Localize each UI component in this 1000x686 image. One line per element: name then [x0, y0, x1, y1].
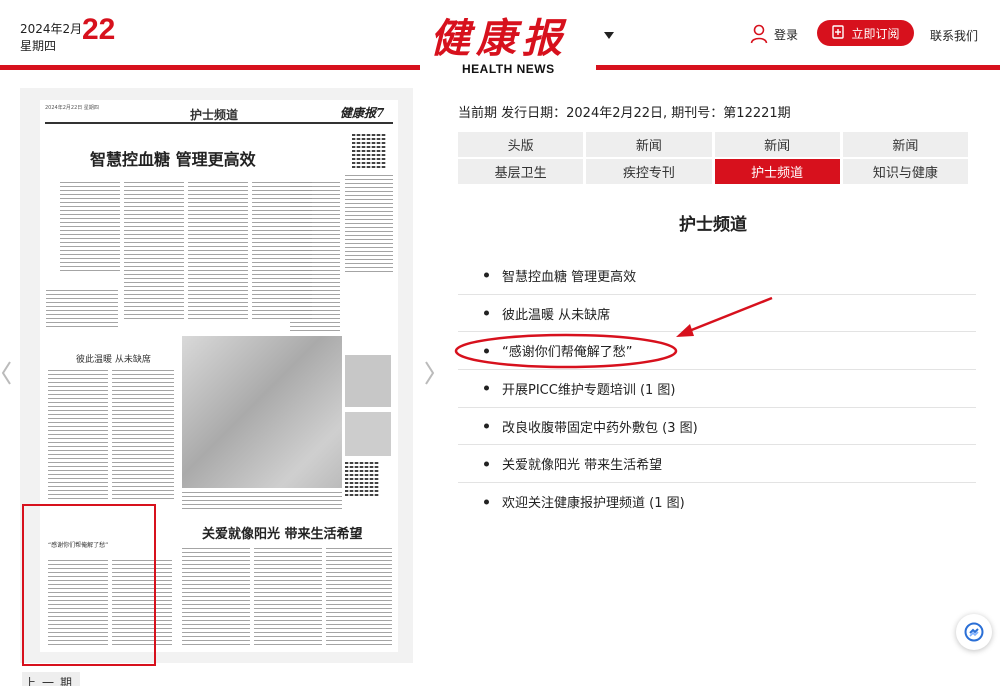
qr-code-icon	[352, 134, 386, 168]
paper-text-block	[46, 290, 118, 330]
paper-text-block	[60, 182, 120, 272]
paper-channel-name: 护士频道	[190, 108, 239, 122]
paper-top-rule	[45, 122, 393, 124]
highlighted-article-box[interactable]	[22, 504, 156, 666]
article-item[interactable]: 智慧控血糖 管理更高效	[458, 257, 976, 295]
login-label: 登录	[774, 27, 799, 42]
paper-photo[interactable]	[345, 355, 391, 407]
article-title: “感谢你们帮俺解了愁”	[502, 345, 633, 361]
paper-text-block	[182, 548, 250, 648]
login-link[interactable]: 登录	[750, 23, 798, 45]
bullet-icon	[484, 348, 489, 354]
header-red-bar-left	[0, 65, 420, 70]
paper-headline-3[interactable]: 关爱就像阳光 带来生活希望	[202, 523, 363, 542]
paper-text-block	[345, 175, 393, 275]
paper-text-block	[48, 370, 108, 500]
section-tabs: 头版 新闻 新闻 新闻 基层卫生 疾控专刊 护士频道 知识与健康	[458, 132, 968, 184]
paper-text-block	[254, 548, 322, 648]
floating-assistant-button[interactable]	[956, 614, 992, 650]
bullet-icon	[484, 385, 489, 391]
paper-photo[interactable]	[182, 336, 342, 488]
article-item[interactable]: 关爱就像阳光 带来生活希望	[458, 445, 976, 484]
subscribe-label: 立即订阅	[851, 26, 900, 41]
paper-headline-2[interactable]: 彼此温暖 从未缺席	[76, 352, 151, 365]
article-item[interactable]: 改良收腹带固定中药外敷包 (3 图)	[458, 408, 976, 446]
tab-disease-control[interactable]: 疾控专刊	[586, 159, 712, 184]
date-weekday: 星期四	[20, 39, 57, 53]
paper-text-block	[124, 182, 184, 322]
contact-link[interactable]: 联系我们	[930, 27, 978, 44]
article-title: 改良收腹带固定中药外敷包 (3 图)	[502, 420, 698, 436]
caret-down-icon[interactable]	[604, 32, 614, 39]
section-title: 护士频道	[679, 215, 747, 235]
tab-primary-care[interactable]: 基层卫生	[458, 159, 584, 184]
paper-text-block	[326, 548, 392, 648]
date-day: 22	[82, 13, 116, 46]
paper-text-block	[112, 370, 174, 500]
tab-nurse-channel[interactable]: 护士频道	[714, 159, 840, 184]
paper-logo: 健康报7	[340, 106, 385, 120]
article-title: 彼此温暖 从未缺席	[502, 307, 611, 323]
newspaper-page-viewer: 2024年2月22日 星期四 护士频道 健康报7 智慧控血糖 管理更高效 彼此温…	[20, 88, 413, 666]
previous-issue-tab[interactable]: 上一期	[22, 672, 80, 686]
subscribe-button[interactable]: 立即订阅	[817, 20, 914, 46]
article-item[interactable]: “感谢你们帮俺解了愁”	[458, 332, 976, 371]
bullet-icon	[484, 272, 489, 278]
article-title: 开展PICC维护专题培训 (1 图)	[502, 382, 676, 398]
bullet-icon	[484, 461, 489, 467]
tab-knowledge-health[interactable]: 知识与健康	[842, 159, 968, 184]
tab-news-2[interactable]: 新闻	[714, 132, 840, 157]
article-list: 智慧控血糖 管理更高效 彼此温暖 从未缺席 “感谢你们帮俺解了愁” 开展PICC…	[458, 257, 976, 521]
article-item[interactable]: 彼此温暖 从未缺席	[458, 295, 976, 333]
header-red-bar-right	[596, 65, 1000, 70]
tab-news-3[interactable]: 新闻	[842, 132, 968, 157]
tab-news-1[interactable]: 新闻	[586, 132, 712, 157]
site-logo[interactable]: 健康报	[430, 6, 568, 64]
date-year-month: 2024年2月	[20, 22, 83, 36]
paper-headline-1[interactable]: 智慧控血糖 管理更高效	[90, 146, 256, 170]
article-title: 智慧控血糖 管理更高效	[502, 269, 637, 285]
user-icon	[750, 24, 768, 44]
qr-code-icon	[345, 462, 379, 496]
paper-text-block	[188, 182, 248, 322]
paper-text-block	[182, 492, 342, 510]
paper-photo[interactable]	[345, 412, 391, 456]
article-title: 欢迎关注健康报护理频道 (1 图)	[502, 496, 685, 512]
site-header: 2024年2月 星期四 22 健康报 HEALTH NEWS 登录 立即订阅 联…	[0, 0, 1000, 80]
bullet-icon	[484, 499, 489, 505]
tab-front-page[interactable]: 头版	[458, 132, 584, 157]
article-item[interactable]: 欢迎关注健康报护理频道 (1 图)	[458, 483, 976, 521]
paper-text-block	[290, 182, 340, 332]
next-page-arrow-icon[interactable]	[422, 358, 436, 388]
prev-page-arrow-icon[interactable]	[0, 358, 14, 388]
assistant-icon	[964, 622, 984, 642]
article-title: 关爱就像阳光 带来生活希望	[502, 458, 663, 474]
bullet-icon	[484, 423, 489, 429]
issue-info: 当前期 发行日期：2024年2月22日, 期刊号：第12221期	[458, 106, 791, 121]
article-item[interactable]: 开展PICC维护专题培训 (1 图)	[458, 370, 976, 408]
subscribe-icon	[831, 24, 845, 42]
paper-date-line: 2024年2月22日 星期四	[45, 105, 99, 111]
site-logo-subtitle: HEALTH NEWS	[462, 62, 555, 76]
bullet-icon	[484, 310, 489, 316]
